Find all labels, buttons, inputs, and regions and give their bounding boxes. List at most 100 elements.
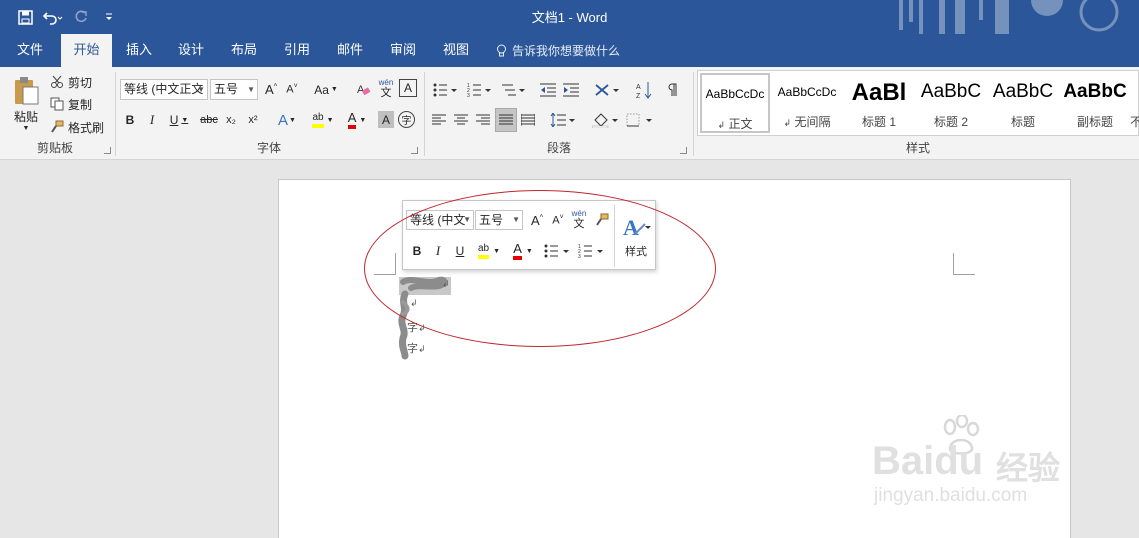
style-preview: AaBbC bbox=[920, 81, 982, 102]
cut-button[interactable]: 剪切 bbox=[50, 72, 92, 92]
grow-font-icon: A^ bbox=[265, 82, 277, 97]
style-preview: AaBbC bbox=[992, 81, 1054, 102]
font-size-combo[interactable]: 五号 ▼ bbox=[210, 79, 258, 100]
tab-view[interactable]: 视图 bbox=[434, 34, 478, 67]
style-normal[interactable]: AaBbCcDc ↲ 正文 bbox=[700, 73, 770, 133]
character-border-icon: A bbox=[403, 81, 412, 95]
align-center-button[interactable] bbox=[452, 110, 470, 130]
style-more[interactable]: 不 bbox=[1130, 73, 1139, 133]
margin-corner-top-right bbox=[953, 253, 975, 275]
paste-label: 粘贴 bbox=[13, 110, 38, 124]
text-effects-button[interactable]: A ▼ bbox=[276, 110, 298, 130]
numbering-icon: 123 bbox=[467, 83, 491, 97]
chevron-down-icon: ▼ bbox=[197, 85, 205, 94]
decrease-indent-button[interactable] bbox=[538, 80, 558, 100]
align-right-button[interactable] bbox=[474, 110, 492, 130]
font-color-button[interactable]: A ▼ bbox=[342, 109, 372, 131]
style-no-spacing[interactable]: AaBbCcDc ↲ 无间隔 bbox=[772, 73, 842, 133]
show-marks-button[interactable] bbox=[664, 79, 684, 101]
increase-indent-button[interactable] bbox=[561, 80, 581, 100]
tab-review[interactable]: 审阅 bbox=[381, 34, 425, 67]
shrink-font-button[interactable]: A˅ bbox=[283, 79, 301, 100]
highlighter-icon: ab bbox=[312, 112, 324, 128]
chinese-layout-icon bbox=[595, 84, 619, 96]
paragraph-launcher-icon[interactable] bbox=[680, 147, 687, 154]
align-center-icon bbox=[454, 114, 468, 125]
strikethrough-icon: abc bbox=[200, 114, 218, 126]
bullets-button[interactable] bbox=[430, 80, 460, 100]
cut-label: 剪切 bbox=[68, 75, 93, 90]
underline-button[interactable]: U ▼ bbox=[166, 110, 192, 130]
chevron-down-icon: ▼ bbox=[181, 116, 189, 124]
highlight-button[interactable]: ab ▼ bbox=[308, 109, 338, 131]
style-preview: AaBbCcDc bbox=[777, 85, 837, 99]
lightbulb-icon bbox=[497, 44, 506, 56]
tab-design[interactable]: 设计 bbox=[169, 34, 213, 67]
phonetic-guide-char: 文 bbox=[380, 87, 392, 99]
style-heading-2[interactable]: AaBbC 标题 2 bbox=[916, 73, 986, 133]
tab-insert[interactable]: 插入 bbox=[117, 34, 161, 67]
align-left-button[interactable] bbox=[430, 110, 448, 130]
paint-bucket-icon bbox=[592, 113, 618, 128]
copy-button[interactable]: 复制 bbox=[50, 94, 92, 114]
tab-home[interactable]: 开始 bbox=[61, 34, 112, 67]
distributed-icon bbox=[521, 114, 535, 126]
justify-button[interactable] bbox=[495, 108, 517, 132]
format-painter-button[interactable]: 格式刷 bbox=[50, 117, 104, 137]
enclose-characters-button[interactable]: 字 bbox=[398, 111, 415, 128]
italic-button[interactable]: I bbox=[144, 110, 160, 130]
clear-formatting-button[interactable]: A bbox=[354, 79, 374, 100]
line-spacing-icon bbox=[550, 113, 575, 127]
borders-button[interactable] bbox=[624, 110, 656, 130]
tab-references[interactable]: 引用 bbox=[275, 34, 319, 67]
character-shading-button[interactable]: A bbox=[378, 111, 394, 128]
tell-me-label: 告诉我你想要做什么 bbox=[512, 43, 621, 58]
line-spacing-button[interactable] bbox=[548, 110, 578, 130]
chevron-down-icon: ▼ bbox=[289, 116, 296, 124]
multilevel-list-button[interactable] bbox=[498, 80, 528, 100]
distributed-button[interactable] bbox=[519, 110, 537, 130]
grow-font-button[interactable]: A^ bbox=[262, 79, 280, 100]
style-preview: AaBbCcDc bbox=[705, 87, 765, 101]
tab-mailings[interactable]: 邮件 bbox=[328, 34, 372, 67]
group-paragraph-label: 段落 bbox=[546, 141, 571, 155]
word-window: 文档1 - Word 文件 开始 插入 设计 布局 引用 邮件 审阅 视图 告诉… bbox=[0, 0, 1139, 538]
clipboard-launcher-icon[interactable] bbox=[104, 147, 111, 154]
document-line: 字↲ bbox=[407, 343, 426, 355]
sort-button[interactable]: AZ bbox=[634, 79, 654, 101]
phonetic-guide-button[interactable]: wén 文 bbox=[376, 77, 396, 101]
style-name: 标题 bbox=[1010, 115, 1035, 129]
strikethrough-button[interactable]: abc bbox=[198, 110, 220, 130]
tab-file[interactable]: 文件 bbox=[8, 34, 52, 67]
change-case-button[interactable]: Aa ▼ bbox=[311, 79, 341, 100]
baidu-watermark: Baidu 经验 jingyan.baidu.com bbox=[870, 415, 1080, 515]
annotation-ellipse bbox=[364, 190, 716, 347]
watermark-brand: Baidu bbox=[872, 439, 984, 483]
shading-button[interactable] bbox=[590, 110, 622, 130]
subscript-button[interactable]: x₂ bbox=[222, 110, 240, 130]
font-name-combo[interactable]: 等线 (中文正文 ▼ bbox=[120, 79, 208, 100]
style-name: 标题 1 bbox=[861, 115, 896, 129]
style-name: ↲ 正文 bbox=[717, 117, 753, 131]
underline-icon: U bbox=[169, 113, 179, 127]
character-shading-icon: A bbox=[381, 112, 390, 127]
style-name: 不 bbox=[1130, 115, 1139, 129]
character-border-button[interactable]: A bbox=[399, 79, 417, 97]
tab-layout[interactable]: 布局 bbox=[222, 34, 266, 67]
style-heading-1[interactable]: AaBl 标题 1 bbox=[844, 73, 914, 133]
separator bbox=[693, 72, 694, 156]
enclose-characters-icon: 字 bbox=[401, 116, 412, 127]
superscript-button[interactable]: x² bbox=[244, 110, 262, 130]
bold-button[interactable]: B bbox=[122, 110, 138, 130]
title-bar: 文档1 - Word bbox=[0, 0, 1139, 40]
shrink-font-icon: A˅ bbox=[286, 83, 298, 96]
tell-me-box[interactable]: 告诉我你想要做什么 bbox=[496, 34, 620, 67]
paste-icon bbox=[15, 77, 39, 105]
chinese-layout-button[interactable] bbox=[592, 80, 622, 100]
numbering-button[interactable]: 123 bbox=[464, 80, 494, 100]
copy-label: 复制 bbox=[68, 97, 93, 112]
font-launcher-icon[interactable] bbox=[411, 147, 418, 154]
style-title[interactable]: AaBbC 标题 bbox=[988, 73, 1058, 133]
paste-button[interactable]: 粘贴 ▼ bbox=[8, 73, 44, 135]
style-subtitle[interactable]: AaBbC 副标题 bbox=[1060, 73, 1130, 133]
